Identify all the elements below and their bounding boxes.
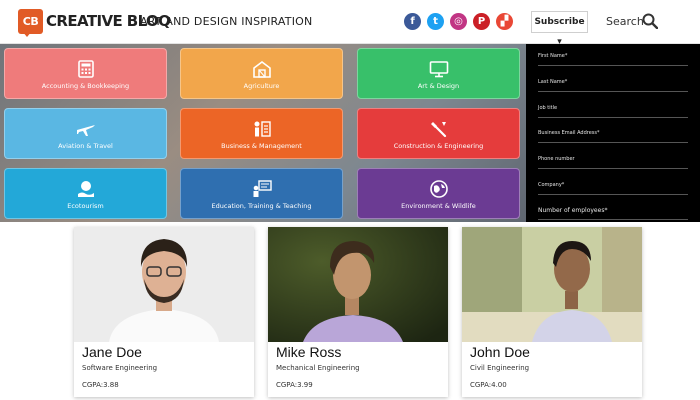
category-tile-ecotourism[interactable]: Ecotourism [4,168,167,219]
field-label: Company* [538,182,565,188]
flipboard-icon[interactable]: ▞ [496,13,513,30]
search-icon[interactable] [642,13,658,29]
person-gpa: CGPA:3.99 [276,381,313,389]
category-tile-business[interactable]: Business & Management [180,108,343,159]
airplane-icon [76,125,95,136]
field-label: Job title [538,105,558,111]
category-label: Agriculture [243,82,280,90]
person-major: Software Engineering [82,364,158,372]
field-label: First Name* [538,53,568,59]
category-label: Education, Training & Teaching [211,202,312,210]
tools-icon [430,122,446,138]
person-gpa: CGPA:3.88 [82,381,119,389]
person-name: Jane Doe [82,344,142,360]
field-label: Number of employees* [538,207,608,214]
field-label: Last Name* [538,79,568,85]
lead-form: First Name* Last Name* Job title Busines… [526,44,700,222]
category-tile-education[interactable]: Education, Training & Teaching [180,168,343,219]
job-title-field[interactable]: Job title [538,102,688,118]
profile-card[interactable]: Mike Ross Mechanical Engineering CGPA:3.… [268,227,448,397]
globe-icon [429,180,448,198]
person-major: Mechanical Engineering [276,364,360,372]
first-name-field[interactable]: First Name* [538,50,688,66]
hero-background: Accounting & Bookkeeping Agriculture Art… [0,44,526,222]
profile-photo [268,227,448,342]
category-tile-aviation[interactable]: Aviation & Travel [4,108,167,159]
category-label: Construction & Engineering [393,142,484,150]
calculator-icon [77,60,94,78]
category-label: Art & Design [417,82,460,90]
profile-photo [462,227,642,342]
instagram-icon[interactable]: ◎ [450,13,467,30]
field-label: Business Email Address* [538,130,600,136]
tagline: ART AND DESIGN INSPIRATION [140,15,313,28]
facebook-icon[interactable]: f [404,13,421,30]
field-label: Phone number [538,156,575,162]
category-tile-construction[interactable]: Construction & Engineering [357,108,520,159]
subscribe-button[interactable]: Subscribe ▾ [531,11,588,47]
logo-tail [22,31,32,37]
hand-earth-icon [77,181,94,197]
category-label: Environment & Wildlife [401,202,476,210]
person-major: Civil Engineering [470,364,530,372]
company-field[interactable]: Company* [538,179,688,195]
profile-card[interactable]: John Doe Civil Engineering CGPA:4.00 [462,227,642,397]
phone-number-field[interactable]: Phone number [538,153,688,169]
category-tile-art-design[interactable]: Art & Design [357,48,520,99]
person-gpa: CGPA:4.00 [470,381,507,389]
category-tile-agriculture[interactable]: Agriculture [180,48,343,99]
category-label: Accounting & Bookkeeping [41,82,130,90]
teacher-board-icon [253,180,272,197]
category-label: Business & Management [221,142,302,150]
category-label: Ecotourism [67,202,104,210]
employees-field[interactable]: Number of employees* [538,204,688,220]
search-label[interactable]: Search [606,15,644,28]
category-label: Aviation & Travel [58,142,113,150]
last-name-field[interactable]: Last Name* [538,76,688,92]
person-name: Mike Ross [276,344,342,360]
business-email-field[interactable]: Business Email Address* [538,127,688,143]
barn-icon [252,61,271,78]
category-tile-environment[interactable]: Environment & Wildlife [357,168,520,219]
monitor-icon [429,61,448,78]
twitter-icon[interactable]: t [427,13,444,30]
site-header: CB CREATIVE BLOQ ART AND DESIGN INSPIRAT… [0,0,700,47]
profile-card[interactable]: Jane Doe Software Engineering CGPA:3.88 [74,227,254,397]
profile-photo [74,227,254,342]
category-tile-accounting[interactable]: Accounting & Bookkeeping [4,48,167,99]
person-name: John Doe [470,344,530,360]
pinterest-icon[interactable]: P [473,13,490,30]
people-chart-icon [254,121,271,137]
